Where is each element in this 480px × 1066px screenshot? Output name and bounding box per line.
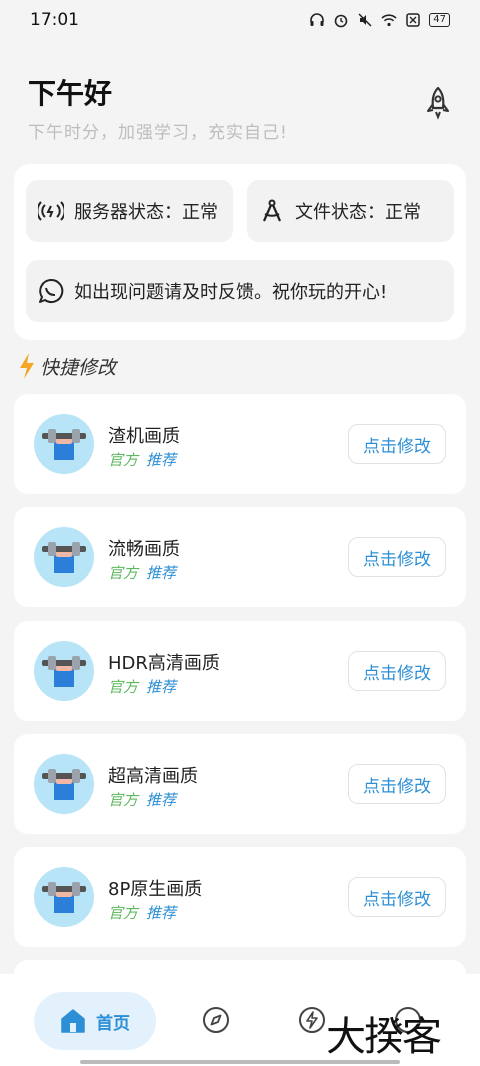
chat-icon xyxy=(39,278,64,303)
battery-level: 47 xyxy=(429,13,450,27)
watermark: 大揆客 xyxy=(326,1014,442,1060)
status-time: 17:01 xyxy=(30,10,79,30)
feedback-text: 如出现问题请及时反馈。祝你玩的开心! xyxy=(74,282,388,303)
list-item: 流畅画质 官方 推荐 点击修改 xyxy=(14,507,466,607)
quick-edit-section-title: 快捷修改 xyxy=(18,352,116,380)
list-item: 渣机画质 官方 推荐 点击修改 xyxy=(14,394,466,494)
mute-icon xyxy=(358,13,372,27)
modify-button[interactable]: 点击修改 xyxy=(348,537,446,577)
list-item: 超高清画质 官方 推荐 点击修改 xyxy=(14,734,466,834)
recommend-tag: 推荐 xyxy=(146,904,177,922)
item-name: 8P原生画质 xyxy=(108,879,203,900)
compass-icon[interactable] xyxy=(202,1006,230,1034)
alarm-icon xyxy=(334,14,348,28)
item-tags: 官方 推荐 xyxy=(108,676,176,697)
item-name: 流畅画质 xyxy=(108,539,180,560)
header: 下午好 下午时分，加强学习，充实自己! xyxy=(28,72,452,143)
rocket-icon[interactable] xyxy=(424,86,452,120)
recommend-tag: 推荐 xyxy=(146,678,177,696)
status-bar: 17:01 47 xyxy=(0,0,480,40)
headphones-icon xyxy=(310,13,325,26)
list-item: HDR高清画质 官方 推荐 点击修改 xyxy=(14,621,466,721)
recommend-tag: 推荐 xyxy=(146,791,177,809)
greeting-subtitle: 下午时分，加强学习，充实自己! xyxy=(28,123,288,143)
item-tags: 官方 推荐 xyxy=(108,789,176,810)
modify-button[interactable]: 点击修改 xyxy=(348,764,446,804)
broadcast-icon xyxy=(38,201,64,221)
status-card: 服务器状态：正常 文件状态：正常 如出现问题请及时反馈。祝你玩的开心! xyxy=(14,164,466,340)
home-icon xyxy=(61,1009,85,1033)
home-indicator[interactable] xyxy=(80,1060,400,1064)
sim-off-icon xyxy=(406,13,421,27)
official-tag: 官方 xyxy=(108,451,139,469)
official-tag: 官方 xyxy=(108,791,139,809)
server-status-text: 服务器状态：正常 xyxy=(74,202,218,223)
section-title-text: 快捷修改 xyxy=(40,356,117,379)
nav-home-label: 首页 xyxy=(96,1013,130,1034)
status-icons: 47 xyxy=(309,12,450,28)
modify-button[interactable]: 点击修改 xyxy=(348,651,446,691)
item-tags: 官方 推荐 xyxy=(108,562,176,583)
server-status-pill: 服务器状态：正常 xyxy=(26,180,233,242)
item-name: 渣机画质 xyxy=(108,426,180,447)
compass-drafting-icon xyxy=(262,199,282,222)
modify-button[interactable]: 点击修改 xyxy=(348,424,446,464)
tool-icon xyxy=(34,527,94,587)
wifi-icon xyxy=(381,14,397,27)
tool-icon xyxy=(34,867,94,927)
tool-icon xyxy=(34,641,94,701)
item-tags: 官方 推荐 xyxy=(108,902,176,923)
modify-button[interactable]: 点击修改 xyxy=(348,877,446,917)
tool-icon xyxy=(34,414,94,474)
tool-icon xyxy=(34,754,94,814)
lightning-icon xyxy=(20,353,34,379)
nav-home[interactable]: 首页 xyxy=(34,992,156,1050)
official-tag: 官方 xyxy=(108,904,139,922)
recommend-tag: 推荐 xyxy=(146,564,177,582)
list-item: 8P原生画质 官方 推荐 点击修改 xyxy=(14,847,466,947)
item-name: HDR高清画质 xyxy=(108,653,220,674)
official-tag: 官方 xyxy=(108,564,139,582)
official-tag: 官方 xyxy=(108,678,139,696)
feedback-pill: 如出现问题请及时反馈。祝你玩的开心! xyxy=(26,260,454,322)
item-name: 超高清画质 xyxy=(108,766,198,787)
bolt-circle-icon[interactable] xyxy=(298,1006,326,1034)
file-status-pill: 文件状态：正常 xyxy=(247,180,454,242)
item-tags: 官方 推荐 xyxy=(108,449,176,470)
recommend-tag: 推荐 xyxy=(146,451,177,469)
greeting-title: 下午好 xyxy=(28,77,113,110)
file-status-text: 文件状态：正常 xyxy=(295,202,421,223)
